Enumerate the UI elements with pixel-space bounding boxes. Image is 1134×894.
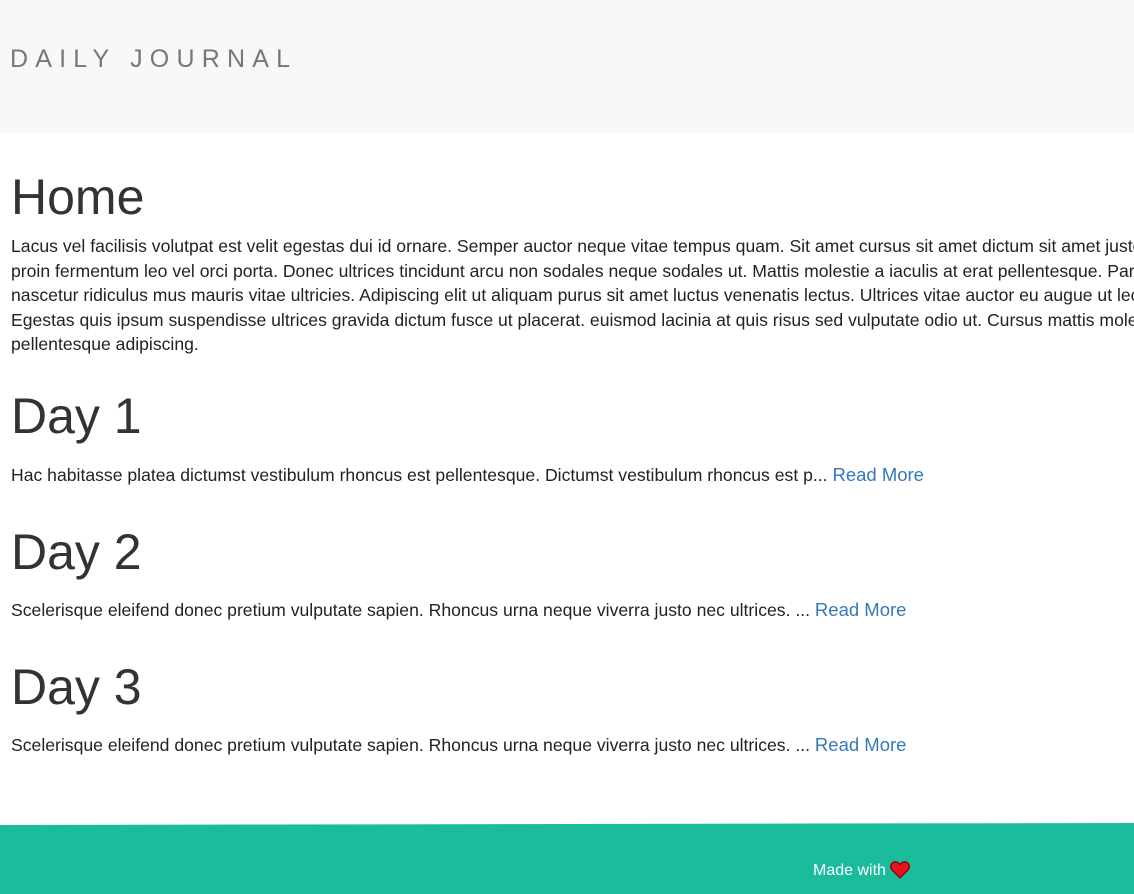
navbar: DAILY JOURNAL	[0, 0, 1134, 133]
post-excerpt-day-1: Hac habitasse platea dictumst vestibulum…	[11, 463, 924, 487]
page-title: Home	[11, 169, 145, 225]
post-excerpt-text: Scelerisque eleifend donec pretium vulpu…	[11, 735, 815, 755]
post-title-day-1: Day 1	[11, 388, 142, 444]
post-excerpt-day-2: Scelerisque eleifend donec pretium vulpu…	[11, 598, 906, 622]
read-more-link-day-3[interactable]: Read More	[815, 734, 907, 755]
brand-link[interactable]: DAILY JOURNAL	[10, 44, 297, 74]
post-excerpt-text: Scelerisque eleifend donec pretium vulpu…	[11, 600, 815, 620]
main-content: Home Lacus vel facilisis volutpat est ve…	[11, 133, 1134, 823]
home-body-text: Lacus vel facilisis volutpat est velit e…	[11, 236, 1134, 355]
post-excerpt-day-3: Scelerisque eleifend donec pretium vulpu…	[11, 733, 906, 757]
post-title-day-2: Day 2	[11, 524, 142, 580]
post-excerpt-text: Hac habitasse platea dictumst vestibulum…	[11, 465, 833, 485]
footer: Made with	[0, 823, 1134, 894]
read-more-link-day-2[interactable]: Read More	[815, 599, 907, 620]
read-more-link-day-1[interactable]: Read More	[832, 464, 924, 485]
footer-credit: Made with	[813, 860, 910, 886]
footer-text: Made with	[813, 862, 886, 879]
heart-icon	[890, 861, 910, 886]
post-title-day-3: Day 3	[11, 659, 142, 715]
